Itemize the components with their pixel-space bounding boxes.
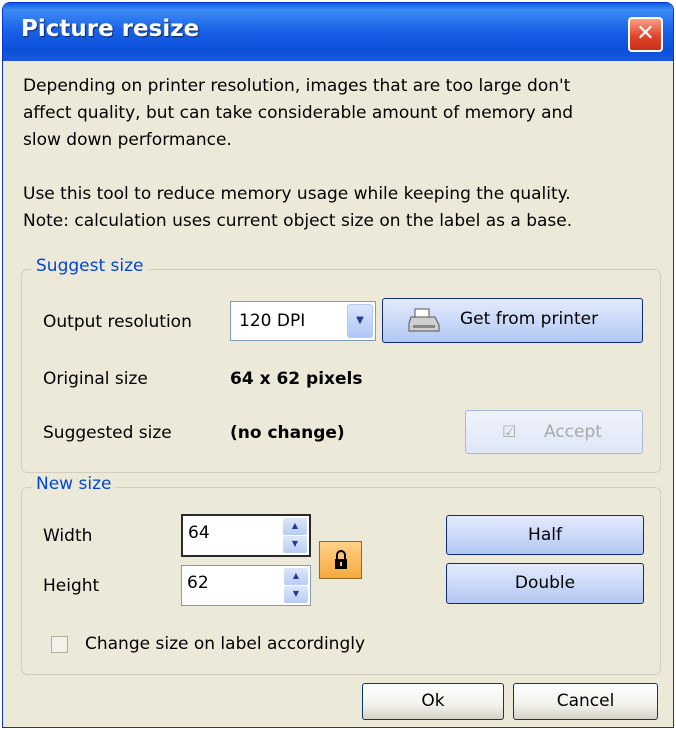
ok-button[interactable]: Ok xyxy=(362,683,504,720)
width-label: Width xyxy=(43,526,93,546)
get-from-printer-label: Get from printer xyxy=(460,309,599,329)
picture-resize-dialog: Picture resize ✕ Depending on printer re… xyxy=(2,2,674,728)
output-resolution-label: Output resolution xyxy=(43,312,192,332)
description-line-5: Use this tool to reduce memory usage whi… xyxy=(23,184,571,204)
title-bar[interactable]: Picture resize ✕ xyxy=(3,3,673,61)
change-size-checkbox[interactable] xyxy=(51,636,68,653)
suggest-size-legend: Suggest size xyxy=(32,256,148,276)
lock-icon xyxy=(335,550,347,569)
double-button[interactable]: Double xyxy=(446,563,644,604)
width-up-arrow-icon[interactable]: ▲ xyxy=(283,518,307,535)
original-size-value: 64 x 62 pixels xyxy=(230,369,363,389)
close-button[interactable]: ✕ xyxy=(628,17,663,52)
checkbox-edit-icon: ☑ xyxy=(502,422,517,441)
height-up-arrow-icon[interactable]: ▲ xyxy=(284,568,308,585)
half-button[interactable]: Half xyxy=(446,515,644,555)
width-stepper[interactable]: 64 ▲ ▼ xyxy=(181,514,311,557)
dialog-title: Picture resize xyxy=(21,16,200,42)
height-down-arrow-icon[interactable]: ▼ xyxy=(284,586,308,603)
original-size-label: Original size xyxy=(43,369,148,389)
height-label: Height xyxy=(43,576,100,596)
accept-button[interactable]: ☑ Accept xyxy=(465,410,643,454)
chevron-down-icon[interactable]: ▼ xyxy=(347,304,373,338)
change-size-label: Change size on label accordingly xyxy=(85,634,366,654)
height-value: 62 xyxy=(187,573,209,593)
height-stepper[interactable]: 62 ▲ ▼ xyxy=(181,565,311,606)
printer-icon xyxy=(408,308,440,332)
description-line-2: affect quality, but can take considerabl… xyxy=(23,103,574,123)
accept-label: Accept xyxy=(544,422,602,442)
description-line-6: Note: calculation uses current object si… xyxy=(23,211,573,231)
output-resolution-value: 120 DPI xyxy=(239,311,306,331)
width-down-arrow-icon[interactable]: ▼ xyxy=(283,536,307,553)
get-from-printer-button[interactable]: Get from printer xyxy=(382,298,643,343)
close-icon: ✕ xyxy=(636,21,655,46)
description-line-1: Depending on printer resolution, images … xyxy=(23,76,571,96)
lock-aspect-toggle[interactable] xyxy=(319,541,362,579)
output-resolution-select[interactable]: 120 DPI ▼ xyxy=(230,301,376,341)
suggested-size-value: (no change) xyxy=(230,423,345,443)
suggested-size-label: Suggested size xyxy=(43,423,172,443)
description-line-3: slow down performance. xyxy=(23,130,232,150)
new-size-legend: New size xyxy=(32,474,116,494)
width-value: 64 xyxy=(188,523,210,543)
cancel-button[interactable]: Cancel xyxy=(513,683,658,720)
